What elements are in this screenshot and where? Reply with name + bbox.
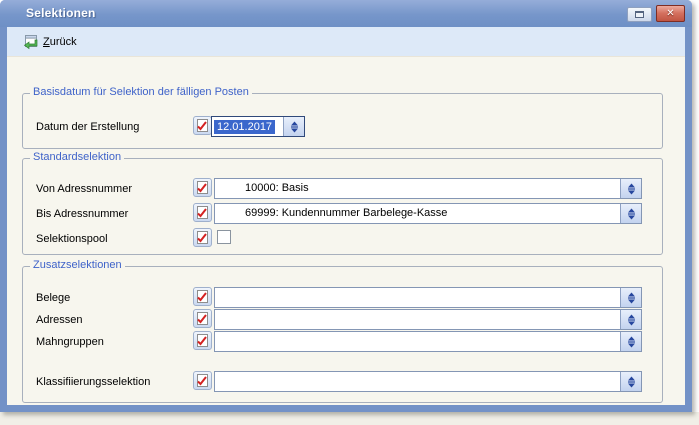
bis-adressnummer-spinner[interactable] [620, 204, 641, 223]
klassifiierungsselektion-field[interactable] [214, 371, 642, 392]
red-check-icon [197, 374, 208, 387]
datum-der-erstellung-label: Datum der Erstellung [36, 117, 139, 137]
window-body: Zurück Basisdatum für Selektion der fäll… [7, 27, 685, 405]
red-check-icon [197, 290, 208, 303]
close-button[interactable]: ✕ [656, 5, 685, 22]
toolbar: Zurück [7, 27, 685, 57]
dialog-content: Basisdatum für Selektion der fälligen Po… [7, 57, 685, 405]
back-icon [22, 34, 38, 50]
spin-arrows-icon [627, 208, 636, 220]
selektionspool-checkbox[interactable] [217, 230, 231, 244]
spin-arrows-icon [627, 376, 636, 388]
spin-arrows-icon [627, 292, 636, 304]
groupbox-basisdatum: Basisdatum für Selektion der fälligen Po… [22, 93, 663, 149]
red-check-icon [197, 312, 208, 325]
back-button-label: Zurück [43, 36, 77, 48]
spin-arrows-icon [290, 121, 299, 133]
belege-check-button[interactable] [193, 287, 212, 306]
selektionspool-check-button[interactable] [193, 228, 212, 247]
bis-adressnummer-label: Bis Adressnummer [36, 204, 128, 224]
adressen-check-button[interactable] [193, 309, 212, 328]
mahngruppen-check-button[interactable] [193, 331, 212, 350]
selektionspool-label: Selektionspool [36, 229, 108, 249]
spin-arrows-icon [627, 314, 636, 326]
spin-arrows-icon [627, 336, 636, 348]
von-adressnummer-label: Von Adressnummer [36, 179, 132, 199]
window-titlebar[interactable]: Selektionen ✕ [0, 0, 692, 27]
titlebar-buttons: ✕ [627, 5, 685, 22]
klassifiierungsselektion-value [215, 372, 620, 391]
belege-spinner[interactable] [620, 288, 641, 307]
klassifiierungsselektion-label: Klassifiierungsselektion [36, 372, 150, 392]
belege-label: Belege [36, 288, 70, 308]
belege-value [215, 288, 620, 307]
groupbox-zusatzselektionen: Zusatzselektionen Belege Adressen [22, 266, 663, 403]
groupbox-standardselektion-legend: Standardselektion [30, 151, 124, 163]
spin-arrows-icon [627, 183, 636, 195]
mahngruppen-value [215, 332, 620, 351]
von-adressnummer-value: 10000: Basis [215, 179, 620, 198]
restore-button[interactable] [627, 7, 652, 22]
desktop-background [0, 412, 699, 425]
datum-selection-check-button[interactable] [193, 116, 212, 135]
datum-der-erstellung-value: 12.01.2017 [212, 117, 283, 136]
adressen-value [215, 310, 620, 329]
red-check-icon [197, 181, 208, 194]
red-check-icon [197, 206, 208, 219]
bis-adressnummer-field[interactable]: 69999: Kundennummer Barbelege-Kasse [214, 203, 642, 224]
back-label-rest: urück [50, 36, 77, 48]
von-adressnummer-field[interactable]: 10000: Basis [214, 178, 642, 199]
bis-adressnummer-check-button[interactable] [193, 203, 212, 222]
adressen-spinner[interactable] [620, 310, 641, 329]
adressen-field[interactable] [214, 309, 642, 330]
klassifiierungsselektion-spinner[interactable] [620, 372, 641, 391]
groupbox-basisdatum-legend: Basisdatum für Selektion der fälligen Po… [30, 86, 252, 98]
mahngruppen-field[interactable] [214, 331, 642, 352]
adressen-label: Adressen [36, 310, 82, 330]
belege-field[interactable] [214, 287, 642, 308]
window-title: Selektionen [26, 6, 96, 20]
selektionen-window: Selektionen ✕ [0, 0, 692, 412]
red-check-icon [197, 334, 208, 347]
screen: Selektionen ✕ [0, 0, 699, 425]
mahngruppen-spinner[interactable] [620, 332, 641, 351]
mahngruppen-label: Mahngruppen [36, 332, 104, 352]
close-icon: ✕ [666, 9, 674, 19]
back-label-accel: Z [43, 36, 50, 48]
von-adressnummer-check-button[interactable] [193, 178, 212, 197]
date-selected-text: 12.01.2017 [214, 120, 275, 134]
groupbox-zusatzselektionen-legend: Zusatzselektionen [30, 259, 125, 271]
groupbox-standardselektion: Standardselektion Von Adressnummer 10000… [22, 158, 663, 255]
datum-der-erstellung-field[interactable]: 12.01.2017 [211, 116, 305, 137]
red-check-icon [197, 119, 208, 132]
von-adressnummer-spinner[interactable] [620, 179, 641, 198]
bis-adressnummer-value: 69999: Kundennummer Barbelege-Kasse [215, 204, 620, 223]
red-check-icon [197, 231, 208, 244]
restore-icon [635, 11, 644, 18]
klassifiierungsselektion-check-button[interactable] [193, 371, 212, 390]
datum-spinner[interactable] [283, 117, 304, 136]
back-button[interactable]: Zurück [17, 31, 82, 53]
